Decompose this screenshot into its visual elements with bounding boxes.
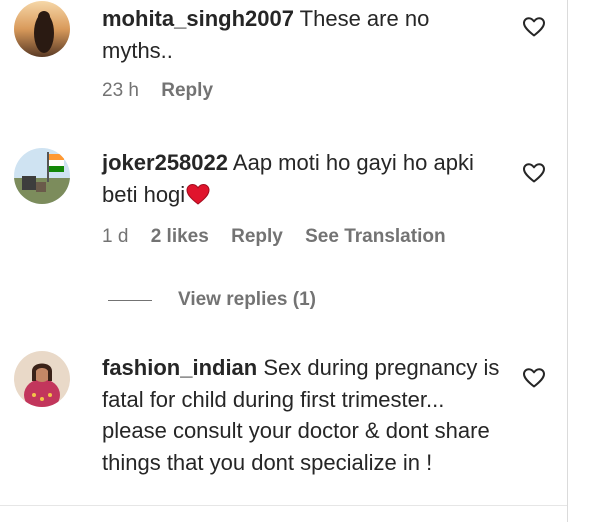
view-replies-button[interactable]: View replies (1) — [108, 289, 316, 311]
comment-time[interactable]: 23 h — [102, 80, 139, 101]
avatar[interactable] — [14, 351, 70, 407]
comments-page: mohita_singh2007 These are no myths.. 23… — [0, 0, 600, 522]
heart-outline-icon — [523, 163, 545, 183]
reply-button[interactable]: Reply — [231, 226, 283, 247]
divider-line — [108, 299, 152, 301]
heart-outline-icon — [523, 368, 545, 388]
comment-username[interactable]: joker258022 — [102, 150, 228, 175]
comment-text: mohita_singh2007 These are no myths.. — [102, 3, 502, 66]
avatar[interactable] — [14, 148, 70, 204]
comment-meta: 23 h Reply — [102, 80, 230, 102]
comment-list: mohita_singh2007 These are no myths.. 23… — [0, 0, 567, 505]
heart-outline-icon — [523, 17, 545, 37]
comment-username[interactable]: fashion_indian — [102, 355, 257, 380]
comment-item: fashion_indian Sex during pregnancy is f… — [0, 348, 567, 505]
comment-input-bar — [0, 505, 567, 522]
comment-username[interactable]: mohita_singh2007 — [102, 6, 294, 31]
comment-text: fashion_indian Sex during pregnancy is f… — [102, 352, 502, 478]
comment-text: joker258022 Aap moti ho gayi ho apki bet… — [102, 147, 502, 210]
heart-emoji-icon — [186, 183, 210, 205]
comment-time[interactable]: 1 d — [102, 226, 128, 247]
see-translation-button[interactable]: See Translation — [305, 226, 445, 247]
like-button[interactable] — [522, 366, 546, 390]
comment-meta: 1 d 2 likes Reply See Translation — [102, 226, 463, 248]
like-button[interactable] — [522, 15, 546, 39]
avatar[interactable] — [14, 1, 70, 57]
panel-divider — [567, 0, 568, 522]
like-button[interactable] — [522, 161, 546, 185]
likes-count[interactable]: 2 likes — [151, 226, 209, 247]
reply-button[interactable]: Reply — [161, 80, 213, 101]
view-replies-label: View replies (1) — [178, 289, 316, 310]
comment-item: mohita_singh2007 These are no myths.. 23… — [0, 0, 567, 115]
